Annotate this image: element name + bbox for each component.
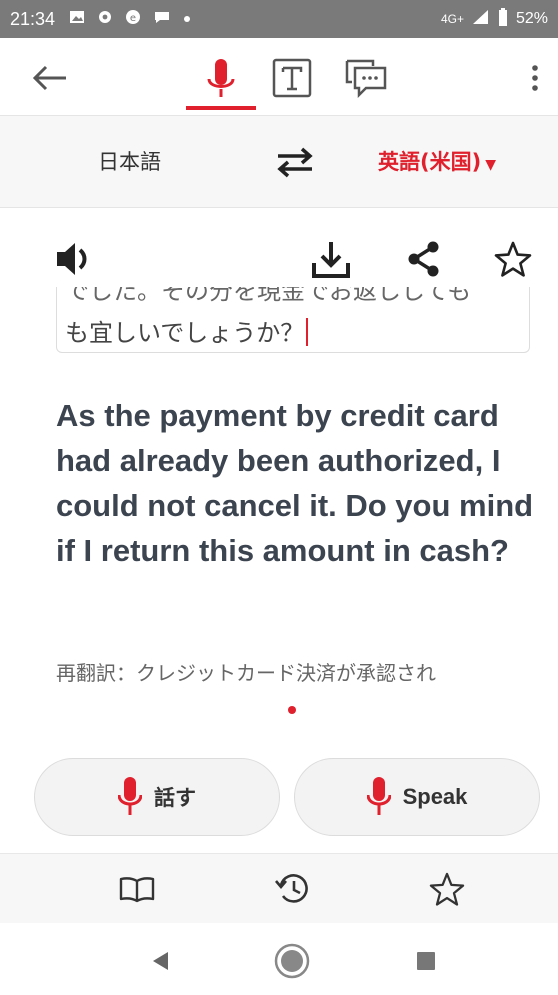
favorite-button[interactable] — [490, 236, 536, 282]
source-text-partial: でした。その分を現金でお返ししても — [65, 287, 472, 305]
more-menu-button[interactable] — [520, 58, 550, 98]
text-icon — [272, 58, 312, 98]
battery-icon — [498, 7, 508, 31]
svg-text:e: e — [130, 13, 136, 24]
home-circle-icon — [274, 943, 310, 979]
tab-text[interactable] — [268, 54, 316, 102]
speak-english-label: Speak — [402, 784, 468, 809]
text-cursor — [306, 318, 309, 346]
retranslation-text: 再翻訳：クレジットカード決済が承認され — [56, 661, 436, 685]
download-icon — [312, 242, 350, 278]
nav-history[interactable] — [270, 868, 316, 910]
active-tab-indicator — [186, 106, 256, 110]
caret-down-icon: ▼ — [485, 157, 496, 173]
speak-japanese-button[interactable]: 話す — [34, 758, 280, 836]
source-language[interactable]: 日本語 — [98, 146, 161, 176]
notification-icon: e — [125, 9, 141, 30]
back-button[interactable] — [30, 60, 70, 96]
square-recents-icon — [417, 952, 435, 970]
target-language-selector[interactable]: 英語(米国) ▼ — [378, 146, 496, 176]
source-text-line: も宜しいでしょうか？ — [65, 313, 309, 348]
app-header — [0, 38, 558, 116]
microphone-icon — [118, 777, 142, 815]
target-language: 英語(米国) — [378, 150, 482, 174]
dot-icon — [183, 10, 191, 28]
speak-english-button[interactable]: Speak — [294, 758, 540, 836]
bottom-nav — [0, 853, 558, 923]
share-button[interactable] — [400, 236, 446, 282]
swap-languages-button[interactable] — [272, 146, 318, 178]
source-text-box[interactable]: でした。その分を現金でお返ししても も宜しいでしょうか？ — [56, 287, 530, 353]
history-icon — [275, 874, 308, 903]
system-back-button[interactable] — [140, 941, 180, 981]
system-nav-bar — [0, 923, 558, 995]
tab-voice[interactable] — [186, 50, 256, 110]
more-vertical-icon — [532, 65, 538, 91]
status-right: 4G+ 52% — [440, 7, 548, 31]
system-home-button[interactable] — [272, 941, 312, 981]
network-label: 4G+ — [440, 12, 464, 26]
language-bar: 日本語 英語(米国) ▼ — [0, 116, 558, 208]
status-icons: e — [69, 9, 191, 30]
download-button[interactable] — [306, 236, 356, 282]
translation-text: As the payment by credit card had alread… — [56, 398, 534, 568]
status-time: 21:34 — [10, 8, 56, 29]
arrow-left-icon — [32, 65, 66, 91]
tab-conversation[interactable] — [340, 54, 392, 102]
book-icon — [119, 877, 155, 903]
microphone-icon — [366, 777, 391, 815]
star-icon — [494, 241, 532, 277]
triangle-back-icon — [153, 952, 168, 970]
star-icon — [429, 872, 465, 906]
nav-favorites[interactable] — [424, 868, 470, 910]
system-recents-button[interactable] — [406, 941, 446, 981]
nav-dictionary[interactable] — [114, 868, 160, 910]
action-row — [0, 232, 558, 288]
page-indicator — [288, 706, 296, 714]
swap-icon — [277, 147, 313, 178]
status-bar: 21:34 e 4G+ 52% — [0, 0, 558, 38]
speak-japanese-label: 話す — [154, 786, 196, 810]
share-icon — [408, 241, 439, 277]
battery-percent: 52% — [515, 10, 548, 27]
signal-icon — [472, 9, 490, 30]
chat-bubble-icon — [153, 9, 171, 30]
speaker-icon — [57, 243, 87, 275]
image-icon — [69, 9, 85, 30]
microphone-icon — [207, 59, 235, 97]
gear-icon — [97, 9, 113, 30]
source-text-last: も宜しいでしょうか？ — [65, 319, 305, 347]
play-audio-button[interactable] — [50, 236, 100, 282]
chat-icon — [345, 59, 387, 98]
